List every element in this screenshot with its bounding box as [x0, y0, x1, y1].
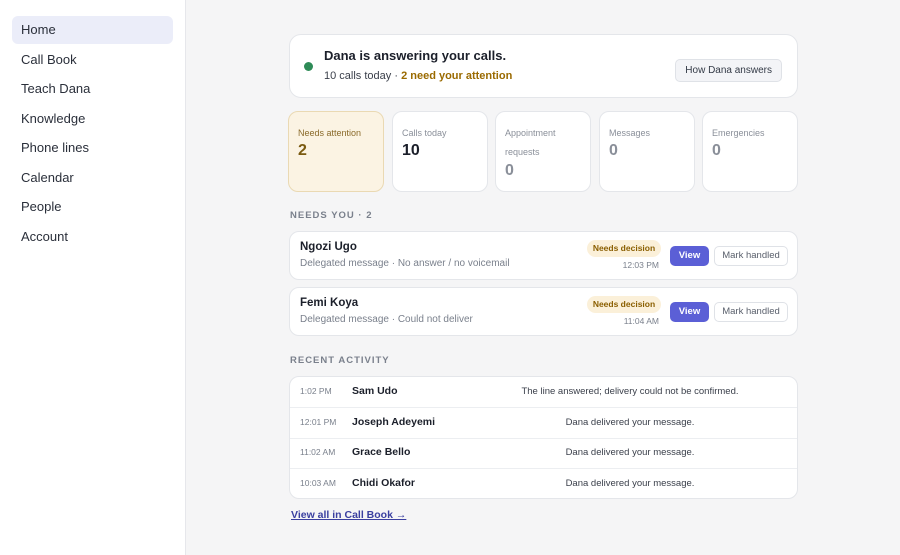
sidebar-item-people[interactable]: People	[12, 193, 173, 221]
sidebar-item-call-book[interactable]: Call Book	[12, 46, 173, 74]
view-button[interactable]: View	[670, 246, 709, 266]
activity-name: Joseph Adeyemi	[352, 416, 436, 428]
stat-value: 0	[609, 142, 618, 159]
recent-activity-list: 1:02 PM Sam Udo The line answered; deliv…	[289, 376, 798, 499]
sidebar-item-home[interactable]: Home	[12, 16, 173, 44]
mark-handled-button[interactable]: Mark handled	[714, 302, 788, 322]
status-badge: Needs decision	[587, 296, 661, 313]
stat-label: Calls today	[402, 128, 447, 138]
activity-row[interactable]: 11:02 AM Grace Bello Dana delivered your…	[290, 438, 797, 469]
caller-name: Femi Koya	[300, 297, 359, 309]
sidebar-item-calendar[interactable]: Calendar	[12, 164, 173, 192]
stat-needs-attention[interactable]: Needs attention 2	[288, 111, 384, 192]
stat-value: 0	[505, 162, 514, 179]
stat-emergencies[interactable]: Emergencies 0	[702, 111, 798, 192]
activity-time: 11:02 AM	[300, 447, 336, 457]
stat-value: 0	[712, 142, 721, 159]
activity-message: Dana delivered your message.	[565, 417, 695, 428]
sidebar-item-teach-dana[interactable]: Teach Dana	[12, 75, 173, 103]
list-item: Femi Koya Delegated message · Could not …	[289, 287, 798, 336]
activity-message: Dana delivered your message.	[565, 478, 695, 489]
activity-row[interactable]: 12:01 PM Joseph Adeyemi Dana delivered y…	[290, 408, 797, 439]
activity-time: 1:02 PM	[300, 386, 332, 396]
recent-activity-heading: RECENT ACTIVITY	[290, 355, 390, 366]
view-button[interactable]: View	[670, 302, 709, 322]
sidebar-item-phone-lines[interactable]: Phone lines	[12, 134, 173, 162]
activity-row[interactable]: 10:03 AM Chidi Okafor Dana delivered you…	[290, 469, 797, 498]
activity-time: 12:01 PM	[300, 417, 337, 427]
status-summary: 10 calls today · 2 need your attention	[324, 70, 512, 82]
stat-label: Appointment requests	[505, 128, 556, 157]
sidebar: Home Call Book Teach Dana Knowledge Phon…	[0, 0, 186, 555]
attention-text: 2 need your attention	[401, 70, 513, 82]
status-badge: Needs decision	[587, 240, 661, 257]
activity-name: Chidi Okafor	[352, 477, 416, 489]
view-all-call-book-link[interactable]: View all in Call Book →	[291, 509, 406, 521]
caller-name: Ngozi Ugo	[300, 241, 357, 253]
stat-appointment-requests[interactable]: Appointment requests 0	[495, 111, 591, 192]
needs-you-heading: NEEDS YOU · 2	[290, 210, 373, 221]
stat-label: Needs attention	[298, 128, 362, 138]
activity-time: 10:03 AM	[300, 478, 336, 488]
summary-separator: ·	[394, 70, 398, 82]
sidebar-item-account[interactable]: Account	[12, 223, 173, 251]
stat-value: 10	[402, 142, 420, 159]
stat-calls-today[interactable]: Calls today 10	[392, 111, 488, 192]
activity-row[interactable]: 1:02 PM Sam Udo The line answered; deliv…	[290, 377, 797, 408]
item-detail: Delegated message · No answer / no voice…	[300, 258, 510, 269]
stat-label: Messages	[609, 128, 651, 138]
stat-value: 2	[298, 142, 307, 159]
status-card: Dana is answering your calls. 10 calls t…	[289, 34, 798, 98]
stat-messages[interactable]: Messages 0	[599, 111, 695, 192]
calls-today-text: 10 calls today	[324, 70, 392, 82]
status-title: Dana is answering your calls.	[324, 48, 507, 63]
activity-name: Sam Udo	[352, 385, 398, 397]
activity-name: Grace Bello	[352, 446, 411, 458]
item-time: 12:03 PM	[622, 260, 659, 270]
stat-label: Emergencies	[712, 128, 765, 138]
activity-message: Dana delivered your message.	[565, 447, 695, 458]
sidebar-item-knowledge[interactable]: Knowledge	[12, 105, 173, 133]
item-time: 11:04 AM	[623, 316, 659, 326]
status-dot-icon	[304, 62, 313, 71]
activity-message: The line answered; delivery could not be…	[521, 386, 739, 397]
mark-handled-button[interactable]: Mark handled	[714, 246, 788, 266]
item-detail: Delegated message · Could not deliver	[300, 314, 473, 325]
how-dana-answers-button[interactable]: How Dana answers	[675, 59, 782, 82]
list-item: Ngozi Ugo Delegated message · No answer …	[289, 231, 798, 280]
